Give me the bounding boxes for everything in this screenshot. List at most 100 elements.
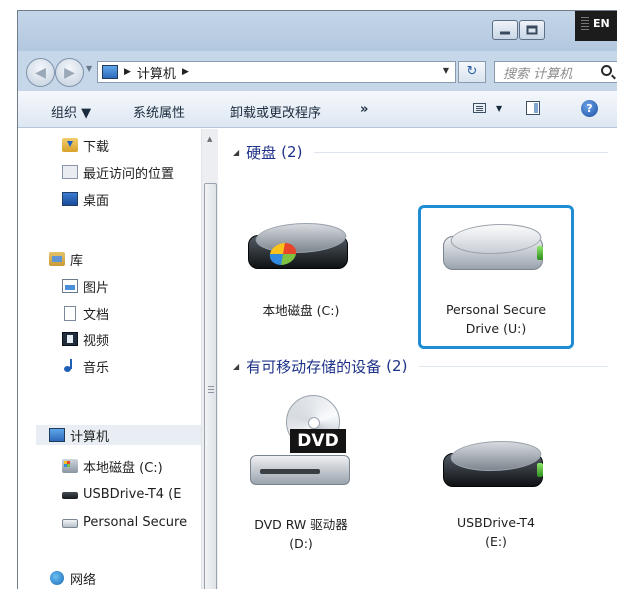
nav-item-videos[interactable]: 视频 <box>62 329 109 349</box>
nav-item-computer[interactable]: 计算机 <box>36 425 201 445</box>
address-row: ◀ ▶ ▼ ▶ 计算机 ▶ ▼ ↻ 搜索 计算机 <box>18 51 617 91</box>
nav-item-label: 计算机 <box>70 429 110 445</box>
explorer-window: EN ◀ ▶ ▼ ▶ 计算机 ▶ ▼ ↻ 搜索 计算机 组织 ▼ 系统属性 卸载… <box>17 10 617 589</box>
group-header-hard-disks[interactable]: ◢ 硬盘 (2) <box>221 141 617 163</box>
nav-item-label: 文档 <box>83 307 110 323</box>
view-options-dropdown[interactable]: ▼ <box>496 104 502 113</box>
nav-item-pictures[interactable]: 图片 <box>62 276 109 296</box>
organize-menu[interactable]: 组织 ▼ <box>51 102 91 121</box>
pictures-icon <box>62 279 78 293</box>
network-icon <box>50 571 64 585</box>
nav-item-label: USBDrive-T4 (E <box>83 486 182 502</box>
minimize-icon <box>500 31 510 35</box>
group-divider <box>419 365 608 367</box>
nav-item-label: Personal Secure <box>83 514 188 530</box>
nav-item-network[interactable]: 网络 <box>49 568 96 588</box>
group-count: (2) <box>386 357 408 375</box>
nav-item-desktop[interactable]: 桌面 <box>62 189 109 209</box>
minimize-button[interactable] <box>492 20 518 40</box>
nav-item-secure-drive[interactable]: Personal Secure <box>62 512 187 532</box>
local-disk-icon <box>246 221 356 279</box>
language-indicator[interactable]: EN <box>575 11 617 41</box>
drive-tile-dvd[interactable]: DVD DVD RW 驱动器 (D:) <box>241 395 361 555</box>
computer-icon <box>102 65 118 79</box>
drive-label-line2: Drive (U:) <box>465 321 527 336</box>
grip-icon <box>581 17 589 31</box>
dvd-drive-icon: DVD <box>246 395 356 495</box>
navigation-pane: 下载 最近访问的位置 桌面 库 图片 文档 视频 音乐 计算机 本地磁盘 (C:… <box>18 129 219 589</box>
secure-drive-icon <box>62 518 78 528</box>
drive-tile-local-disk-c[interactable]: 本地磁盘 (C:) <box>241 221 361 333</box>
desktop-icon <box>62 192 78 206</box>
usb-drive-icon <box>441 439 551 497</box>
library-icon <box>49 252 65 266</box>
nav-item-library[interactable]: 库 <box>49 249 83 269</box>
dvd-badge: DVD <box>290 429 346 453</box>
command-bar: 组织 ▼ 系统属性 卸载或更改程序 » ▼ ? <box>18 91 617 128</box>
scroll-thumb[interactable] <box>204 183 217 589</box>
breadcrumb-separator-icon[interactable]: ▶ <box>182 67 189 77</box>
nav-item-label: 网络 <box>70 572 97 588</box>
system-properties-button[interactable]: 系统属性 <box>133 102 185 121</box>
back-button[interactable]: ◀ <box>26 58 55 87</box>
usb-drive-icon <box>62 492 78 499</box>
search-box[interactable]: 搜索 计算机 <box>494 61 617 83</box>
nav-item-label: 视频 <box>83 333 110 349</box>
group-count: (2) <box>281 143 303 161</box>
nav-item-label: 库 <box>70 253 84 269</box>
drive-label-line2: (D:) <box>289 536 313 551</box>
more-commands-button[interactable]: » <box>360 102 368 117</box>
content-pane: ◢ 硬盘 (2) 本地磁盘 (C:) Personal Secure Drive… <box>221 129 617 589</box>
documents-icon <box>64 305 76 321</box>
nav-item-label: 本地磁盘 (C:) <box>83 460 163 476</box>
language-label: EN <box>593 17 610 30</box>
nav-item-label: 图片 <box>83 280 110 296</box>
nav-item-usb-drive[interactable]: USBDrive-T4 (E <box>62 484 181 504</box>
nav-item-label: 下载 <box>83 139 110 155</box>
collapse-triangle-icon[interactable]: ◢ <box>233 148 239 157</box>
scroll-up-arrow-icon[interactable]: ▲ <box>207 135 212 143</box>
secure-drive-icon <box>441 222 551 280</box>
maximize-icon <box>526 25 538 35</box>
preview-pane-icon[interactable] <box>526 101 540 115</box>
nav-item-label: 桌面 <box>83 193 110 209</box>
collapse-triangle-icon[interactable]: ◢ <box>233 362 239 371</box>
drive-tile-personal-secure[interactable]: Personal Secure Drive (U:) <box>418 205 574 349</box>
search-placeholder: 搜索 计算机 <box>503 66 573 82</box>
nav-item-label: 最近访问的位置 <box>83 166 175 182</box>
recent-places-icon <box>62 165 78 179</box>
music-icon <box>63 359 77 373</box>
nav-item-documents[interactable]: 文档 <box>62 303 109 323</box>
search-icon[interactable] <box>601 65 612 76</box>
nav-item-music[interactable]: 音乐 <box>62 356 109 376</box>
nav-item-downloads[interactable]: 下载 <box>62 135 109 155</box>
grip-icon <box>208 386 214 393</box>
breadcrumb-separator-icon[interactable]: ▶ <box>124 67 131 77</box>
drive-label-line1: DVD RW 驱动器 <box>254 517 348 532</box>
drive-tile-usb[interactable]: USBDrive-T4 (E:) <box>431 439 561 569</box>
forward-button[interactable]: ▶ <box>55 58 84 87</box>
drive-label-line1: Personal Secure <box>445 302 547 317</box>
address-history-dropdown[interactable]: ▼ <box>443 66 449 75</box>
change-view-icon[interactable] <box>473 103 486 113</box>
group-header-removable[interactable]: ◢ 有可移动存储的设备 (2) <box>221 355 617 377</box>
back-arrow-icon: ◀ <box>35 64 46 81</box>
recent-pages-dropdown[interactable]: ▼ <box>86 64 92 73</box>
refresh-button[interactable]: ↻ <box>458 61 486 83</box>
uninstall-program-button[interactable]: 卸载或更改程序 <box>230 102 321 121</box>
videos-icon <box>62 332 78 346</box>
group-divider <box>314 151 608 153</box>
drive-label-line1: USBDrive-T4 <box>457 515 535 530</box>
drive-label: 本地磁盘 (C:) <box>262 303 340 318</box>
computer-icon <box>49 428 65 442</box>
nav-item-recent-places[interactable]: 最近访问的位置 <box>62 162 174 182</box>
nav-item-local-disk[interactable]: 本地磁盘 (C:) <box>62 456 163 476</box>
address-bar[interactable]: ▶ 计算机 ▶ ▼ <box>97 61 456 83</box>
breadcrumb-computer[interactable]: 计算机 <box>137 63 176 82</box>
title-bar: EN <box>18 11 617 51</box>
help-icon[interactable]: ? <box>581 100 598 117</box>
local-disk-icon <box>62 459 78 473</box>
maximize-button[interactable] <box>519 20 545 40</box>
navigation-scrollbar[interactable]: ▲ <box>201 129 218 589</box>
nav-item-label: 音乐 <box>83 360 110 376</box>
